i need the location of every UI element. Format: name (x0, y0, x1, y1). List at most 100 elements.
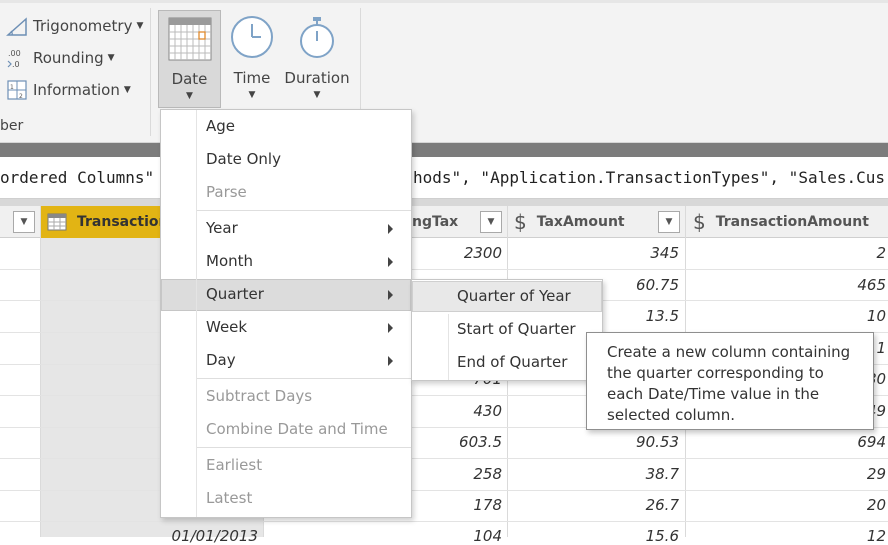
cell-taxamount[interactable]: 26.7 (590, 496, 679, 514)
row-divider (0, 490, 888, 491)
cell-ingtax[interactable]: 104 (420, 527, 502, 545)
cell-taxamount[interactable]: 345 (590, 244, 679, 262)
submenu-arrow-icon (388, 224, 393, 234)
menu-item-subtract-days: Subtract Days (206, 387, 313, 405)
cell-taxamount[interactable]: 15.6 (590, 527, 679, 545)
row-divider (0, 521, 888, 522)
date-button-label: Date (171, 70, 208, 88)
menu-item-earliest: Earliest (206, 456, 263, 474)
menu-separator (197, 447, 411, 448)
currency-icon: $ (514, 210, 527, 234)
date-dropdown-menu (160, 109, 412, 518)
grid-top-band (0, 199, 888, 206)
column-header-label: ngTax (412, 214, 459, 230)
rounding-button[interactable]: .00.0 Rounding ▼ (6, 46, 115, 70)
calendar-icon (47, 213, 67, 231)
taxamount-filter[interactable]: ▼ (658, 206, 680, 238)
date-button[interactable]: Date ▼ (158, 10, 221, 108)
duration-button[interactable]: Duration ▼ (282, 10, 352, 108)
information-button[interactable]: 12 Information ▼ (6, 78, 131, 102)
cell-transactionamount[interactable]: 2 (800, 244, 886, 262)
pane-divider (0, 143, 888, 157)
chevron-down-icon: ▼ (136, 21, 144, 31)
menu-item-month[interactable]: Month (206, 252, 253, 270)
stopwatch-icon (300, 17, 334, 58)
submenu-item-start-of-quarter[interactable]: Start of Quarter (457, 320, 576, 338)
cell-transactionamount[interactable]: 694 (800, 433, 886, 451)
submenu-item-end-of-quarter[interactable]: End of Quarter (457, 353, 567, 371)
rounding-icon: .00.0 (6, 47, 28, 69)
menu-item-highlight (161, 279, 411, 311)
formula-text-right: hods", "Application.TransactionTypes", "… (413, 168, 886, 187)
cell-transactionamount[interactable]: 20 (800, 496, 886, 514)
rounding-label: Rounding (33, 49, 104, 67)
ingtax-filter[interactable]: ▼ (480, 206, 502, 238)
calendar-icon (168, 17, 212, 61)
cell-taxamount[interactable]: 13.5 (590, 307, 679, 325)
menu-item-date-only[interactable]: Date Only (206, 150, 281, 168)
column-header-label: Transaction (77, 214, 169, 230)
column-divider (40, 206, 41, 537)
menu-item-quarter[interactable]: Quarter (206, 285, 264, 303)
submenu-arrow-icon (388, 356, 393, 366)
menu-item-combine-date-time: Combine Date and Time (206, 420, 388, 438)
chevron-down-icon: ▼ (123, 85, 131, 95)
menu-item-latest: Latest (206, 489, 253, 507)
svg-text:.0: .0 (12, 60, 20, 69)
column-filter-dropdown[interactable]: ▼ (658, 211, 680, 233)
cell-taxamount[interactable]: 60.75 (590, 276, 679, 294)
submenu-arrow-icon (388, 257, 393, 267)
cell-taxamount[interactable]: 90.53 (590, 433, 679, 451)
menu-item-parse: Parse (206, 183, 247, 201)
currency-icon: $ (693, 210, 706, 234)
ribbon-top-border (0, 0, 888, 3)
prev-column-header[interactable]: ▼ (13, 206, 35, 238)
chevron-down-icon: ▼ (313, 90, 321, 100)
information-label: Information (33, 81, 120, 99)
column-header-transactionamount[interactable]: $ TransactionAmount (693, 206, 869, 238)
menu-item-day[interactable]: Day (206, 351, 236, 369)
menu-separator (197, 378, 411, 379)
cell-ingtax[interactable]: 178 (420, 496, 502, 514)
menu-item-age[interactable]: Age (206, 117, 235, 135)
cell-ingtax[interactable]: 430 (420, 402, 502, 420)
cell-transactionamount[interactable]: 465 (800, 276, 886, 294)
time-button[interactable]: Time ▼ (226, 10, 278, 108)
duration-button-label: Duration (284, 69, 350, 87)
cell-transactionamount[interactable]: 10 (800, 307, 886, 325)
column-filter-dropdown[interactable]: ▼ (480, 211, 502, 233)
trigonometry-button[interactable]: Trigonometry ▼ (6, 14, 143, 38)
column-filter-dropdown[interactable]: ▼ (13, 211, 35, 233)
chevron-down-icon: ▼ (186, 91, 193, 101)
cell-transactionamount[interactable]: 12 (800, 527, 886, 545)
trigonometry-label: Trigonometry (33, 17, 133, 35)
formula-text-left: ordered Columns" (0, 168, 155, 187)
column-header-ingtax[interactable]: ngTax (412, 206, 458, 238)
cell-transactionamount[interactable]: 29 (800, 465, 886, 483)
menu-item-week[interactable]: Week (206, 318, 247, 336)
row-divider (0, 269, 888, 270)
submenu-item-quarter-of-year[interactable]: Quarter of Year (457, 287, 571, 305)
menu-separator (197, 210, 411, 211)
trigonometry-icon (6, 15, 28, 37)
cell-ingtax[interactable]: 603.5 (420, 433, 502, 451)
cell-ingtax[interactable]: 2300 (420, 244, 502, 262)
information-icon: 12 (6, 79, 28, 101)
tooltip: Create a new column containing the quart… (586, 332, 874, 430)
svg-text:2: 2 (19, 93, 23, 100)
cell-ingtax[interactable]: 258 (420, 465, 502, 483)
svg-text:1: 1 (10, 84, 14, 91)
time-button-label: Time (233, 69, 271, 87)
column-header-label: TransactionAmount (715, 214, 869, 230)
cell-transaction-date[interactable]: 01/01/2013 (150, 527, 258, 545)
row-divider (0, 458, 888, 459)
column-header-taxamount[interactable]: $ TaxAmount (514, 206, 625, 238)
menu-icon-gutter (196, 110, 197, 517)
column-header-label: TaxAmount (536, 214, 625, 230)
submenu-icon-gutter (448, 314, 449, 380)
cell-taxamount[interactable]: 38.7 (590, 465, 679, 483)
chevron-down-icon: ▼ (248, 90, 256, 100)
ribbon-group-divider (150, 8, 151, 136)
submenu-arrow-icon (388, 323, 393, 333)
menu-item-year[interactable]: Year (206, 219, 238, 237)
